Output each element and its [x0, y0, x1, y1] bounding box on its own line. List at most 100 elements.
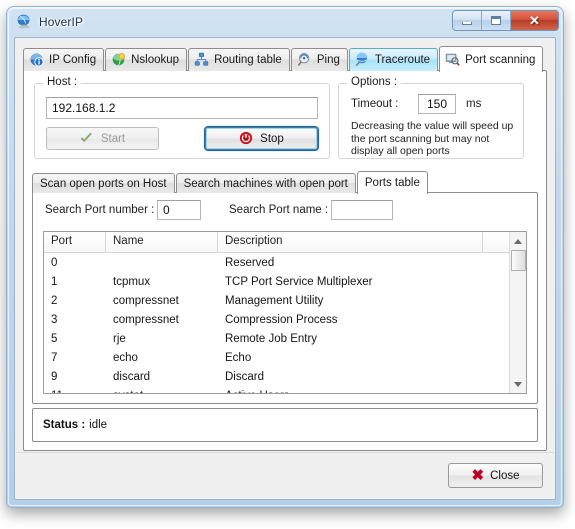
title-bar[interactable]: HoverIP ✕ — [7, 7, 563, 37]
cell-port: 5 — [51, 332, 58, 345]
inner-tab-ports-table[interactable]: Ports table — [356, 171, 428, 194]
cell-name: discard — [113, 370, 151, 383]
traceroute-icon — [355, 52, 371, 68]
search-port-number-label: Search Port number : — [45, 204, 155, 216]
timeout-label: Timeout : — [351, 98, 399, 110]
options-group: Options : Timeout : 150 ms Decreasing th… — [338, 76, 524, 159]
tab-traceroute[interactable]: Traceroute — [348, 48, 439, 71]
stop-circle-icon — [239, 131, 255, 147]
maximize-button[interactable] — [482, 11, 511, 30]
options-hint-text: Decreasing the value will speed up the p… — [351, 120, 514, 157]
ports-table-grid[interactable]: Port Name Description 0 Reserved 1 tcpmu… — [43, 231, 527, 394]
column-header-name[interactable]: Name — [106, 232, 218, 253]
minimize-button[interactable] — [453, 11, 482, 30]
stop-button[interactable]: Stop — [204, 126, 319, 151]
timeout-input[interactable]: 150 — [418, 94, 456, 114]
check-broom-icon — [80, 131, 96, 147]
inner-tab-label: Scan open ports on Host — [40, 177, 167, 190]
window-close-button[interactable]: ✕ — [511, 11, 558, 30]
cell-port: 1 — [51, 275, 58, 288]
stop-button-label: Stop — [260, 132, 284, 145]
timeout-input-value: 150 — [426, 97, 448, 111]
timeout-unit-label: ms — [466, 98, 482, 110]
tab-label: IP Config — [49, 54, 97, 66]
maximize-icon — [491, 16, 501, 25]
cell-description: Echo — [225, 351, 252, 364]
nslookup-icon — [111, 52, 127, 68]
start-button[interactable]: Start — [46, 127, 159, 150]
cell-port: 7 — [51, 351, 58, 364]
table-row[interactable]: 11 systat Active Users — [44, 386, 526, 394]
cell-port: 2 — [51, 294, 58, 307]
inner-tab-label: Ports table — [364, 177, 420, 189]
close-button-label: Close — [490, 469, 520, 482]
cell-name: compressnet — [113, 294, 179, 307]
globe-monitor-icon — [16, 14, 32, 30]
table-row[interactable]: 1 tcpmux TCP Port Service Multiplexer — [44, 272, 526, 291]
tab-label: Traceroute — [374, 54, 431, 66]
application-window: HoverIP ✕ IP Config Nslookup Routing tab… — [6, 6, 564, 508]
column-header-description[interactable]: Description — [218, 232, 483, 253]
search-port-name-input[interactable] — [331, 200, 393, 220]
port-scanning-icon — [445, 52, 461, 68]
ports-table-body: 0 Reserved 1 tcpmux TCP Port Service Mul… — [44, 253, 526, 394]
cell-name: tcpmux — [113, 275, 151, 288]
table-row[interactable]: 0 Reserved — [44, 253, 526, 272]
cell-name: systat — [106, 390, 218, 394]
scroll-down-arrow-icon[interactable] — [510, 376, 526, 392]
scrollbar-thumb[interactable] — [511, 250, 526, 271]
inner-tab-search-machines[interactable]: Search machines with open port — [175, 173, 356, 193]
cell-description: Compression Process — [225, 313, 338, 326]
tab-ip-config[interactable]: IP Config — [23, 48, 105, 71]
cell-name: rje — [113, 332, 126, 345]
ping-icon — [297, 52, 313, 68]
tab-port-scanning[interactable]: Port scanning — [439, 46, 544, 72]
inner-tab-scan-open-ports[interactable]: Scan open ports on Host — [32, 173, 175, 193]
x-mark-icon: ✖ — [471, 467, 485, 484]
table-row[interactable]: 3 compressnet Compression Process — [44, 310, 526, 329]
tab-label: Routing table — [214, 54, 282, 66]
table-row[interactable]: 2 compressnet Management Utility — [44, 291, 526, 310]
status-label: Status : — [43, 419, 86, 431]
search-port-number-value: 0 — [163, 203, 170, 217]
ports-table-header-row: Port Name Description — [44, 232, 526, 253]
cell-description: Reserved — [225, 256, 275, 269]
table-row[interactable]: 5 rje Remote Job Entry — [44, 329, 526, 348]
status-value: idle — [89, 419, 108, 431]
cell-port: 11 — [44, 390, 106, 394]
screenshot-root: HoverIP ✕ IP Config Nslookup Routing tab… — [0, 0, 575, 529]
host-group-title: Host : — [43, 76, 82, 88]
cell-port: 9 — [51, 370, 58, 383]
cell-name: compressnet — [113, 313, 179, 326]
close-button[interactable]: ✖ Close — [448, 463, 543, 488]
cell-description: Remote Job Entry — [225, 332, 318, 345]
table-row[interactable]: 7 echo Echo — [44, 348, 526, 367]
cell-description: Active Users — [218, 390, 483, 394]
cell-name: echo — [113, 351, 138, 364]
close-x-icon: ✕ — [529, 13, 540, 28]
tab-nslookup[interactable]: Nslookup — [105, 48, 188, 71]
table-row[interactable]: 9 discard Discard — [44, 367, 526, 386]
host-input[interactable]: 192.168.1.2 — [46, 97, 318, 119]
tab-label: Ping — [316, 54, 340, 66]
minimize-icon — [462, 21, 472, 25]
column-header-port[interactable]: Port — [44, 232, 106, 253]
search-port-number-input[interactable]: 0 — [157, 200, 201, 220]
ports-table-page: Search Port number : 0 Search Port name … — [32, 192, 538, 404]
options-group-title: Options : — [347, 76, 402, 88]
caption-button-group: ✕ — [452, 10, 559, 31]
dialog-footer: ✖ Close — [16, 452, 554, 498]
tab-ping[interactable]: Ping — [290, 48, 348, 71]
main-tab-strip: IP Config Nslookup Routing table Ping Tr… — [23, 46, 547, 72]
tab-routing-table[interactable]: Routing table — [188, 48, 290, 71]
cell-description: Management Utility — [225, 294, 324, 307]
cell-description: TCP Port Service Multiplexer — [225, 275, 373, 288]
inner-tab-strip: Scan open ports on Host Search machines … — [32, 171, 538, 194]
inner-tab-label: Search machines with open port — [183, 177, 348, 190]
cell-port: 0 — [51, 256, 58, 269]
scroll-up-arrow-icon[interactable] — [510, 233, 526, 249]
cell-port: 3 — [51, 313, 58, 326]
status-panel: Status : idle — [32, 408, 538, 442]
host-group: Host : 192.168.1.2 Start Stop — [34, 76, 330, 159]
ports-table-scrollbar[interactable] — [509, 232, 526, 393]
